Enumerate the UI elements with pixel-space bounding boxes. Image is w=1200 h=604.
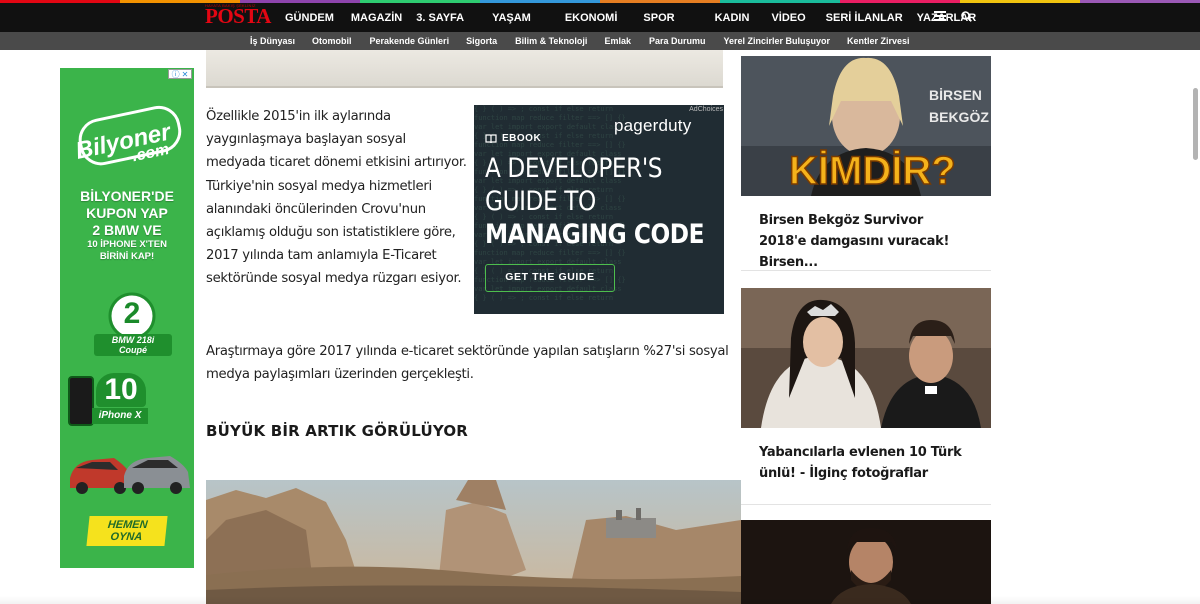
bilyoner-headline-line2: KUPON YAP	[86, 205, 168, 221]
nav-item-ekonomi[interactable]: EKONOMİ	[565, 9, 618, 24]
ebook-label: EBOOK	[502, 133, 542, 144]
article-image-top	[206, 50, 723, 88]
sub-navigation: İş Dünyası Otomobil Perakende Günleri Si…	[0, 32, 1200, 50]
sub-menu: İş Dünyası Otomobil Perakende Günleri Si…	[250, 32, 910, 50]
card-1-image-text-mid: BEKGÖZ	[929, 109, 989, 125]
sidebar-card-1-title[interactable]: Birsen Bekgöz Survivor 2018'e damgasını …	[741, 196, 991, 273]
article-paragraph-2: Araştırmaya göre 2017 yılında e-ticaret …	[206, 344, 729, 383]
bmw-cars-image	[70, 456, 190, 494]
iphone-image	[68, 376, 94, 426]
main-menu: GÜNDEM MAGAZİN 3. SAYFA YAŞAM EKONOMİ SP…	[278, 0, 976, 32]
cta-line2: OYNA	[109, 531, 143, 543]
bilyoner-small-line1: 10 İPHONE X'TEN	[87, 239, 167, 250]
pagerduty-ad-title: A DEVELOPER'S GUIDE TO MANAGING CODE	[485, 152, 705, 251]
search-icon[interactable]	[961, 11, 972, 22]
ebook-tag: EBOOK	[485, 133, 541, 144]
nav-item-3-sayfa[interactable]: 3. SAYFA	[416, 9, 464, 24]
bilyoner-headline-line1: BİLYONER'DE	[80, 188, 174, 204]
subnav-item-otomobil[interactable]: Otomobil	[312, 36, 352, 46]
close-icon: ✕	[181, 69, 189, 79]
article-subheading: BÜYÜK BİR ARTIK GÖRÜLÜYOR	[206, 422, 469, 440]
adchoices-label[interactable]: AdChoices	[659, 106, 723, 116]
article-image-desert	[206, 480, 741, 604]
bmw-model-line2: Coupé	[119, 345, 147, 355]
nav-item-gundem[interactable]: GÜNDEM	[285, 9, 334, 24]
bottom-fade	[0, 596, 1200, 604]
ad-title-line2: GUIDE TO	[485, 186, 596, 217]
hamburger-icon[interactable]	[934, 11, 946, 21]
subnav-item-is-dunyasi[interactable]: İş Dünyası	[250, 36, 295, 46]
nav-item-kadin[interactable]: KADIN	[715, 9, 750, 24]
cta-line1: HEMEN	[107, 519, 149, 531]
site-logo-tagline: HAYATA BAKIŞ ŞEKLİNİZ	[205, 3, 256, 8]
news-page: POSTA HAYATA BAKIŞ ŞEKLİNİZ GÜNDEM MAGAZ…	[0, 0, 1200, 604]
bmw-count: 2	[123, 297, 141, 330]
site-logo[interactable]: POSTA	[205, 5, 271, 27]
sidebar-divider-1	[741, 270, 991, 271]
sidebar-card-2-title[interactable]: Yabancılarla evlenen 10 Türk ünlü! - İlg…	[741, 428, 991, 484]
ad-title-line1: A DEVELOPER'S	[485, 153, 663, 184]
sidebar-card-1-image: BİRSEN BEKGÖZ KİMDİR?	[741, 56, 991, 196]
page-scrollbar[interactable]	[1193, 88, 1198, 160]
sidebar-divider-2	[741, 504, 991, 505]
sidebar-card-2-image	[741, 288, 991, 428]
hemen-oyna-button[interactable]: HEMEN OYNA	[86, 516, 168, 546]
info-icon: ⓘ	[171, 69, 180, 79]
bmw-model-label: BMW 218i Coupé	[94, 334, 172, 356]
top-navigation: POSTA HAYATA BAKIŞ ŞEKLİNİZ GÜNDEM MAGAZ…	[0, 0, 1200, 32]
subnav-item-perakende-gunleri[interactable]: Perakende Günleri	[370, 36, 450, 46]
ad-choices-badge[interactable]: ⓘ ✕	[168, 69, 192, 79]
subnav-item-emlak[interactable]: Emlak	[604, 36, 631, 46]
iphone-count: 10	[96, 373, 146, 407]
subnav-item-bilim-teknoloji[interactable]: Bilim & Teknoloji	[515, 36, 587, 46]
bilyoner-headline-line3: 2 BMW VE	[92, 222, 162, 238]
sidebar-card-3[interactable]	[741, 520, 991, 604]
sidebar-card-2[interactable]: Yabancılarla evlenen 10 Türk ünlü! - İlg…	[741, 288, 991, 484]
bilyoner-small-line2: BİRİNİ KAP!	[99, 251, 155, 262]
bmw-model-line1: BMW 218i	[111, 335, 155, 345]
nav-item-seri-ilanlar[interactable]: SERİ İLANLAR	[826, 9, 903, 24]
nav-item-spor[interactable]: SPOR	[643, 9, 674, 24]
bilyoner-logo: Bilyoner .com	[73, 105, 182, 165]
get-the-guide-button[interactable]: GET THE GUIDE	[485, 264, 615, 292]
subnav-item-sigorta[interactable]: Sigorta	[466, 36, 497, 46]
subnav-item-para-durumu[interactable]: Para Durumu	[649, 36, 706, 46]
article-paragraph-1: Özellikle 2015'in ilk aylarında yaygınla…	[206, 109, 467, 287]
pagerduty-logo: pagerduty	[614, 116, 692, 135]
nav-item-yasam[interactable]: YAŞAM	[492, 9, 531, 24]
subnav-item-kentler-zirvesi[interactable]: Kentler Zirvesi	[847, 36, 910, 46]
bilyoner-headline: BİLYONER'DE KUPON YAP 2 BMW VE 10 İPHONE…	[60, 188, 194, 263]
card-1-image-text-big: KİMDİR?	[789, 149, 956, 193]
sidebar-card-1[interactable]: BİRSEN BEKGÖZ KİMDİR? Birsen Bekgöz Surv…	[741, 56, 991, 273]
ad-title-line3: MANAGING CODE	[485, 219, 705, 250]
nav-item-magazin[interactable]: MAGAZİN	[351, 9, 402, 24]
card-1-image-text-top: BİRSEN	[929, 87, 982, 103]
book-icon	[485, 133, 497, 143]
iphone-label: iPhone X	[92, 408, 148, 424]
sidebar-card-3-image	[741, 520, 991, 604]
subnav-item-yerel-zincirler[interactable]: Yerel Zincirler Buluşuyor	[723, 36, 830, 46]
nav-item-video[interactable]: VİDEO	[771, 9, 805, 24]
